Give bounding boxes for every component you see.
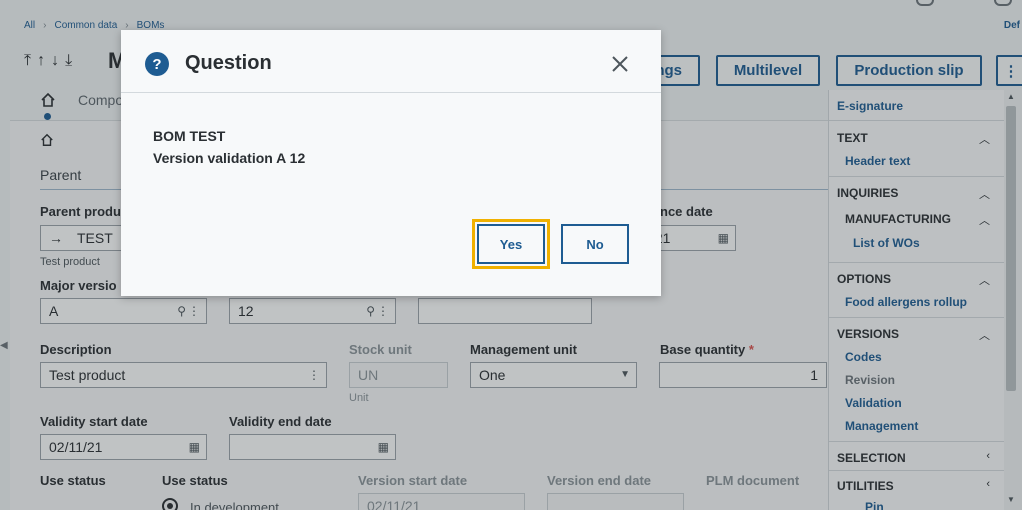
dialog-message-line2: Version validation A 12 [153,150,306,166]
close-icon[interactable] [610,54,630,74]
dialog-header: ? Question [121,30,661,93]
yes-button[interactable]: Yes [472,219,550,269]
question-dialog: ? Question BOM TEST Version validation A… [121,30,661,296]
no-button[interactable]: No [561,224,629,264]
dialog-title: Question [185,52,272,74]
app-window: All › Common data › BOMs Def ⤒ ↑ ↓ ⤓ M n… [0,0,1022,510]
dialog-message-line1: BOM TEST [153,128,226,144]
question-icon: ? [145,52,169,76]
